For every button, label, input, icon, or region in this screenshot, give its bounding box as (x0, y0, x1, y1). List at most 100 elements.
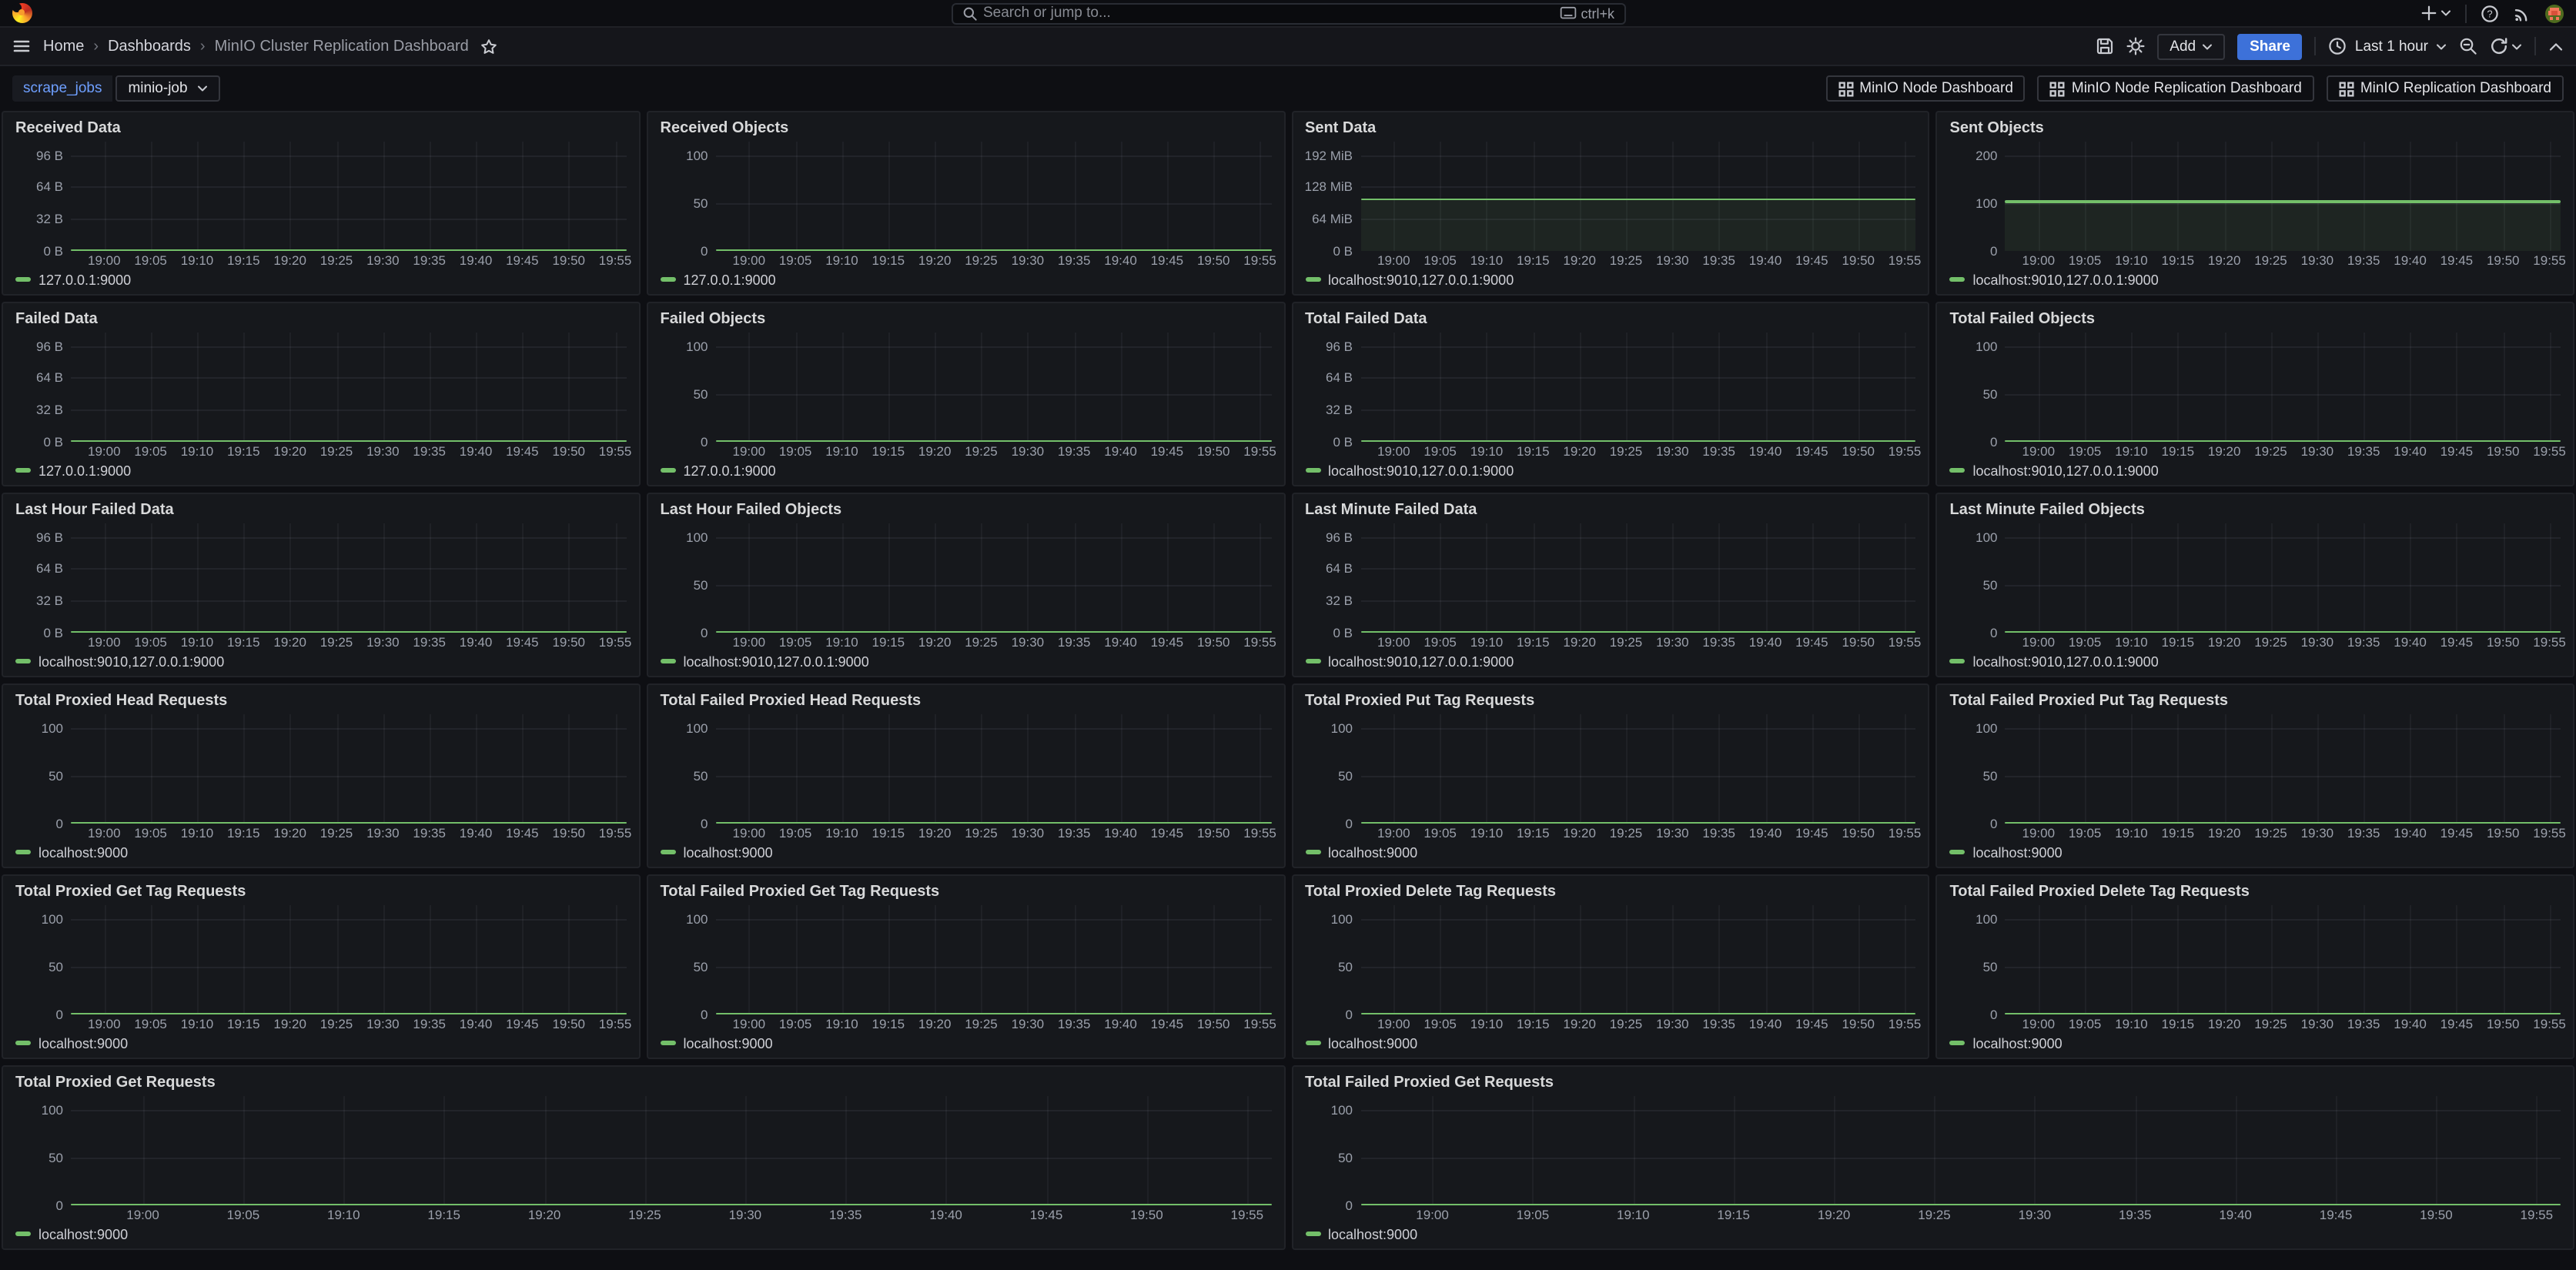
v-gridline (290, 714, 292, 824)
legend-item[interactable]: localhost:9010,127.0.0.1:9000 (1305, 653, 1514, 669)
panel-title[interactable]: Sent Data (1305, 119, 1916, 139)
panel-title[interactable]: Last Hour Failed Objects (661, 500, 1272, 520)
time-range-picker[interactable]: Last 1 hour (2329, 37, 2447, 55)
panel-title[interactable]: Total Failed Proxied Delete Tag Requests (1950, 882, 2561, 902)
legend-item[interactable]: 127.0.0.1:9000 (661, 463, 776, 478)
panel-title[interactable]: Total Failed Proxied Put Tag Requests (1950, 691, 2561, 711)
mega-menu-toggle[interactable] (12, 37, 31, 55)
zoom-out-time-button[interactable] (2459, 37, 2477, 55)
panel-title[interactable]: Total Proxied Head Requests (15, 691, 627, 711)
search-box[interactable]: ctrl+k (951, 2, 1625, 24)
panel-sent-objects[interactable]: Sent Objects200100019:0019:0519:1019:151… (1936, 111, 2575, 296)
help-button[interactable]: ? (2481, 4, 2499, 22)
panel-total-failed-proxied-head-requests[interactable]: Total Failed Proxied Head Requests100500… (647, 683, 1286, 868)
panel-title[interactable]: Sent Objects (1950, 119, 2561, 139)
panel-title[interactable]: Total Proxied Get Tag Requests (15, 882, 627, 902)
legend-item[interactable]: localhost:9010,127.0.0.1:9000 (15, 653, 224, 669)
link-minio-replication-dashboard[interactable]: MinIO Replication Dashboard (2327, 75, 2564, 102)
favorite-button[interactable] (481, 38, 498, 55)
x-tick-label: 19:30 (2301, 1016, 2334, 1031)
legend-item[interactable]: localhost:9000 (1305, 1035, 1417, 1051)
search-input[interactable] (983, 5, 1553, 22)
v-gridline (1580, 333, 1581, 442)
panel-title[interactable]: Failed Data (15, 309, 627, 329)
new-button[interactable] (2420, 5, 2451, 22)
legend-item[interactable]: localhost:9000 (1950, 844, 2062, 860)
panel-total-failed-data[interactable]: Total Failed Data96 B64 B32 B0 B19:0019:… (1291, 302, 1930, 486)
refresh-button[interactable] (2490, 37, 2522, 55)
dashboard-settings-button[interactable] (2126, 37, 2145, 55)
legend-item[interactable]: localhost:9000 (15, 1226, 128, 1242)
legend-item[interactable]: localhost:9000 (661, 844, 773, 860)
legend-item[interactable]: localhost:9000 (1950, 1035, 2062, 1051)
x-tick-label: 19:45 (1030, 1207, 1063, 1222)
panel-received-data[interactable]: Received Data96 B64 B32 B0 B19:0019:0519… (2, 111, 641, 296)
user-avatar[interactable] (2545, 4, 2564, 22)
variable-value-dropdown[interactable]: minio-job (115, 75, 219, 102)
legend-item[interactable]: 127.0.0.1:9000 (661, 272, 776, 287)
legend-item[interactable]: localhost:9010,127.0.0.1:9000 (1305, 463, 1514, 478)
panel-received-objects[interactable]: Received Objects10050019:0019:0519:1019:… (647, 111, 1286, 296)
panel-total-proxied-get-tag-requests[interactable]: Total Proxied Get Tag Requests10050019:0… (2, 874, 641, 1059)
legend: localhost:9010,127.0.0.1:9000 (1305, 460, 1916, 480)
link-minio-node-dashboard[interactable]: MinIO Node Dashboard (1825, 75, 2026, 102)
x-tick-label: 19:25 (2254, 634, 2287, 650)
legend-item[interactable]: localhost:9010,127.0.0.1:9000 (1305, 272, 1514, 287)
panel-title[interactable]: Total Proxied Delete Tag Requests (1305, 882, 1916, 902)
legend-item[interactable]: localhost:9010,127.0.0.1:9000 (661, 653, 869, 669)
panel-title[interactable]: Total Failed Proxied Get Tag Requests (661, 882, 1272, 902)
panel-sent-data[interactable]: Sent Data192 MiB128 MiB64 MiB0 B19:0019:… (1291, 111, 1930, 296)
panel-last-minute-failed-objects[interactable]: Last Minute Failed Objects10050019:0019:… (1936, 493, 2575, 677)
share-button[interactable]: Share (2237, 33, 2303, 59)
panel-total-failed-proxied-put-tag-requests[interactable]: Total Failed Proxied Put Tag Requests100… (1936, 683, 2575, 868)
y-tick-label: 32 B (36, 402, 63, 417)
breadcrumb-dashboards[interactable]: Dashboards (108, 38, 191, 55)
breadcrumb-home[interactable]: Home (43, 38, 84, 55)
panel-total-proxied-delete-tag-requests[interactable]: Total Proxied Delete Tag Requests1005001… (1291, 874, 1930, 1059)
legend-swatch (15, 277, 31, 282)
legend-item[interactable]: localhost:9000 (661, 1035, 773, 1051)
panel-title[interactable]: Total Proxied Get Requests (15, 1073, 1271, 1093)
panel-title[interactable]: Total Failed Objects (1950, 309, 2561, 329)
legend-item[interactable]: localhost:9000 (1305, 844, 1417, 860)
link-minio-node-replication-dashboard[interactable]: MinIO Node Replication Dashboard (2038, 75, 2314, 102)
collapse-toolbar-button[interactable] (2548, 41, 2564, 52)
panel-title[interactable]: Total Failed Proxied Get Requests (1305, 1073, 2561, 1093)
panel-total-proxied-get-requests[interactable]: Total Proxied Get Requests10050019:0019:… (2, 1065, 1285, 1250)
news-button[interactable] (2513, 4, 2531, 22)
save-dashboard-button[interactable] (2096, 37, 2114, 55)
panel-last-minute-failed-data[interactable]: Last Minute Failed Data96 B64 B32 B0 B19… (1291, 493, 1930, 677)
legend-item[interactable]: localhost:9000 (1305, 1226, 1417, 1242)
v-gridline (197, 523, 199, 633)
panel-total-failed-proxied-get-requests[interactable]: Total Failed Proxied Get Requests1005001… (1291, 1065, 2574, 1250)
panel-title[interactable]: Last Minute Failed Data (1305, 500, 1916, 520)
panel-total-proxied-put-tag-requests[interactable]: Total Proxied Put Tag Requests10050019:0… (1291, 683, 1930, 868)
v-gridline (2131, 905, 2133, 1014)
panel-last-hour-failed-objects[interactable]: Last Hour Failed Objects10050019:0019:05… (647, 493, 1286, 677)
grafana-logo-icon[interactable] (12, 3, 32, 23)
legend-item[interactable]: localhost:9010,127.0.0.1:9000 (1950, 463, 2159, 478)
panel-title[interactable]: Total Failed Proxied Head Requests (661, 691, 1272, 711)
x-tick-label: 19:55 (1889, 634, 1922, 650)
panel-title[interactable]: Received Objects (661, 119, 1272, 139)
panel-title[interactable]: Total Failed Data (1305, 309, 1916, 329)
legend-item[interactable]: localhost:9000 (15, 844, 128, 860)
panel-title[interactable]: Total Proxied Put Tag Requests (1305, 691, 1916, 711)
panel-title[interactable]: Failed Objects (661, 309, 1272, 329)
panel-failed-data[interactable]: Failed Data96 B64 B32 B0 B19:0019:0519:1… (2, 302, 641, 486)
panel-total-failed-proxied-delete-tag-requests[interactable]: Total Failed Proxied Delete Tag Requests… (1936, 874, 2575, 1059)
legend-item[interactable]: localhost:9010,127.0.0.1:9000 (1950, 653, 2159, 669)
panel-title[interactable]: Last Hour Failed Data (15, 500, 627, 520)
panel-title[interactable]: Last Minute Failed Objects (1950, 500, 2561, 520)
legend-item[interactable]: localhost:9000 (15, 1035, 128, 1051)
panel-total-failed-proxied-get-tag-requests[interactable]: Total Failed Proxied Get Tag Requests100… (647, 874, 1286, 1059)
panel-title[interactable]: Received Data (15, 119, 627, 139)
panel-last-hour-failed-data[interactable]: Last Hour Failed Data96 B64 B32 B0 B19:0… (2, 493, 641, 677)
add-panel-button[interactable]: Add (2157, 33, 2225, 59)
panel-total-proxied-head-requests[interactable]: Total Proxied Head Requests10050019:0019… (2, 683, 641, 868)
legend-item[interactable]: localhost:9010,127.0.0.1:9000 (1950, 272, 2159, 287)
panel-total-failed-objects[interactable]: Total Failed Objects10050019:0019:0519:1… (1936, 302, 2575, 486)
legend-item[interactable]: 127.0.0.1:9000 (15, 463, 131, 478)
panel-failed-objects[interactable]: Failed Objects10050019:0019:0519:1019:15… (647, 302, 1286, 486)
legend-item[interactable]: 127.0.0.1:9000 (15, 272, 131, 287)
